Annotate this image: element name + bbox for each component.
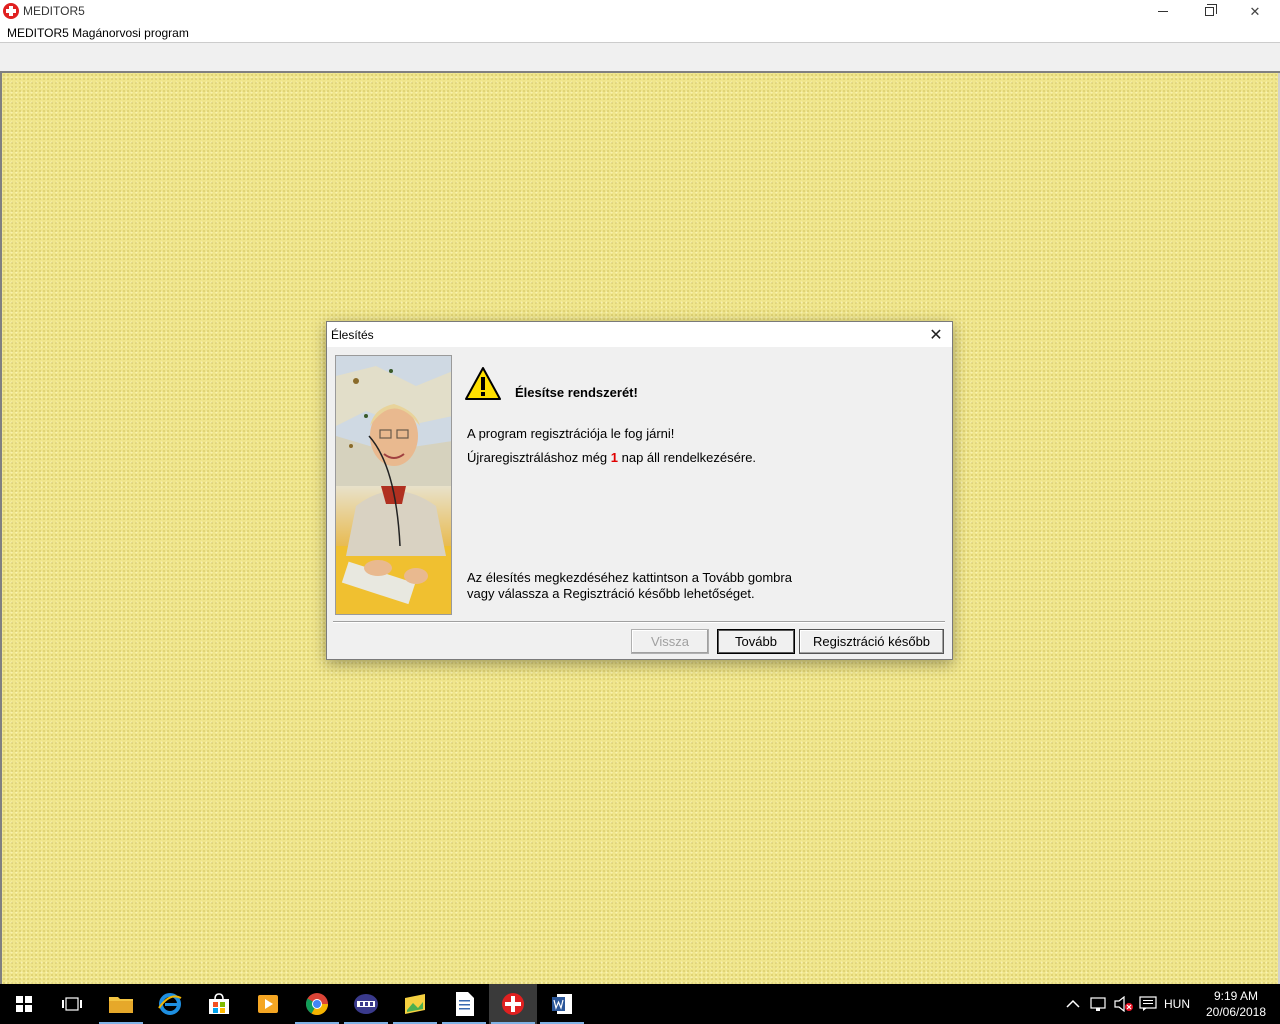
days-prefix: Újraregisztráláshoz még xyxy=(467,450,611,465)
restore-icon xyxy=(1204,4,1217,16)
taskbar-file-explorer[interactable] xyxy=(97,984,145,1024)
chrome-icon xyxy=(306,993,328,1015)
show-hidden-icons-button[interactable] xyxy=(1066,984,1080,1024)
days-count: 1 xyxy=(610,450,619,465)
register-later-button[interactable]: Regisztráció később xyxy=(799,629,944,654)
word-icon xyxy=(552,994,572,1014)
volume-tray-button[interactable] xyxy=(1114,984,1134,1024)
minimize-icon xyxy=(1158,11,1168,12)
taskbar-word[interactable] xyxy=(538,984,586,1024)
meditor-icon xyxy=(502,993,524,1015)
folder-icon xyxy=(109,997,133,1013)
warning-icon xyxy=(465,367,501,400)
dialog-title: Élesítés xyxy=(331,328,374,342)
start-button[interactable] xyxy=(0,984,48,1024)
days-remaining-message: Újraregisztráláshoz még 1 nap áll rendel… xyxy=(467,450,756,465)
program-name: MEDITOR5 Magánorvosi program xyxy=(7,26,189,40)
chevron-up-icon xyxy=(1066,999,1080,1008)
close-window-button[interactable]: ✕ xyxy=(1232,0,1278,23)
language-label: HUN xyxy=(1164,997,1190,1011)
task-view-icon xyxy=(62,997,82,1011)
taskbar-meditor[interactable] xyxy=(489,984,537,1024)
taskbar: HUN 9:19 AM 20/06/2018 xyxy=(0,984,1280,1024)
close-icon: ✕ xyxy=(1249,3,1261,19)
support-operator-photo xyxy=(335,355,452,615)
dialog-titlebar: Élesítés ✕ xyxy=(327,322,952,347)
restore-button[interactable] xyxy=(1186,0,1232,23)
back-button[interactable]: Vissza xyxy=(631,629,709,654)
menu-bar: MEDITOR5 Magánorvosi program xyxy=(0,23,1280,43)
notification-icon xyxy=(1139,996,1157,1011)
store-icon xyxy=(209,993,229,1014)
taskbar-store[interactable] xyxy=(195,984,243,1024)
taskbar-document-app[interactable] xyxy=(440,984,488,1024)
expiry-message: A program regisztrációja le fog járni! xyxy=(467,426,675,441)
task-view-button[interactable] xyxy=(48,984,96,1024)
taskbar-clock[interactable]: 9:19 AM 20/06/2018 xyxy=(1198,988,1274,1020)
activation-dialog: Élesítés ✕ Élesítse rendszerét! A progra… xyxy=(326,321,953,660)
taskbar-media-player[interactable] xyxy=(244,984,292,1024)
clock-date: 20/06/2018 xyxy=(1205,1005,1267,1019)
close-icon: ✕ xyxy=(929,327,943,344)
window-titlebar: MEDITOR5 ✕ xyxy=(0,0,1280,23)
instruction-line-1: Az élesítés megkezdéséhez kattintson a T… xyxy=(467,570,792,585)
dialog-heading: Élesítse rendszerét! xyxy=(515,385,638,400)
taskbar-max-app[interactable] xyxy=(342,984,390,1024)
document-icon xyxy=(456,992,474,1016)
network-tray-button[interactable] xyxy=(1090,984,1108,1024)
instruction-line-2: vagy válassza a Regisztráció később lehe… xyxy=(467,586,755,601)
taskbar-photos[interactable] xyxy=(391,984,439,1024)
dialog-close-button[interactable]: ✕ xyxy=(926,325,946,345)
minimize-button[interactable] xyxy=(1140,0,1186,23)
language-indicator[interactable]: HUN xyxy=(1164,984,1190,1024)
days-suffix: nap áll rendelkezésére. xyxy=(618,450,757,465)
taskbar-chrome[interactable] xyxy=(293,984,341,1024)
internet-explorer-icon xyxy=(158,993,182,1015)
toolbar xyxy=(0,43,1280,73)
next-button[interactable]: Tovább xyxy=(717,629,795,654)
max-app-icon xyxy=(354,994,378,1014)
operator-illustration xyxy=(336,356,451,614)
action-center-button[interactable] xyxy=(1139,984,1157,1024)
photos-icon xyxy=(405,994,425,1014)
clock-time: 9:19 AM xyxy=(1213,989,1259,1003)
meditor-logo-icon xyxy=(3,3,19,19)
windows-start-icon xyxy=(16,996,32,1012)
network-icon xyxy=(1090,997,1106,1011)
taskbar-internet-explorer[interactable] xyxy=(146,984,194,1024)
window-title: MEDITOR5 xyxy=(23,4,85,18)
next-button-label: Tovább xyxy=(735,634,777,649)
volume-muted-icon xyxy=(1114,996,1133,1012)
media-player-icon xyxy=(258,995,278,1013)
dialog-separator xyxy=(333,621,945,623)
